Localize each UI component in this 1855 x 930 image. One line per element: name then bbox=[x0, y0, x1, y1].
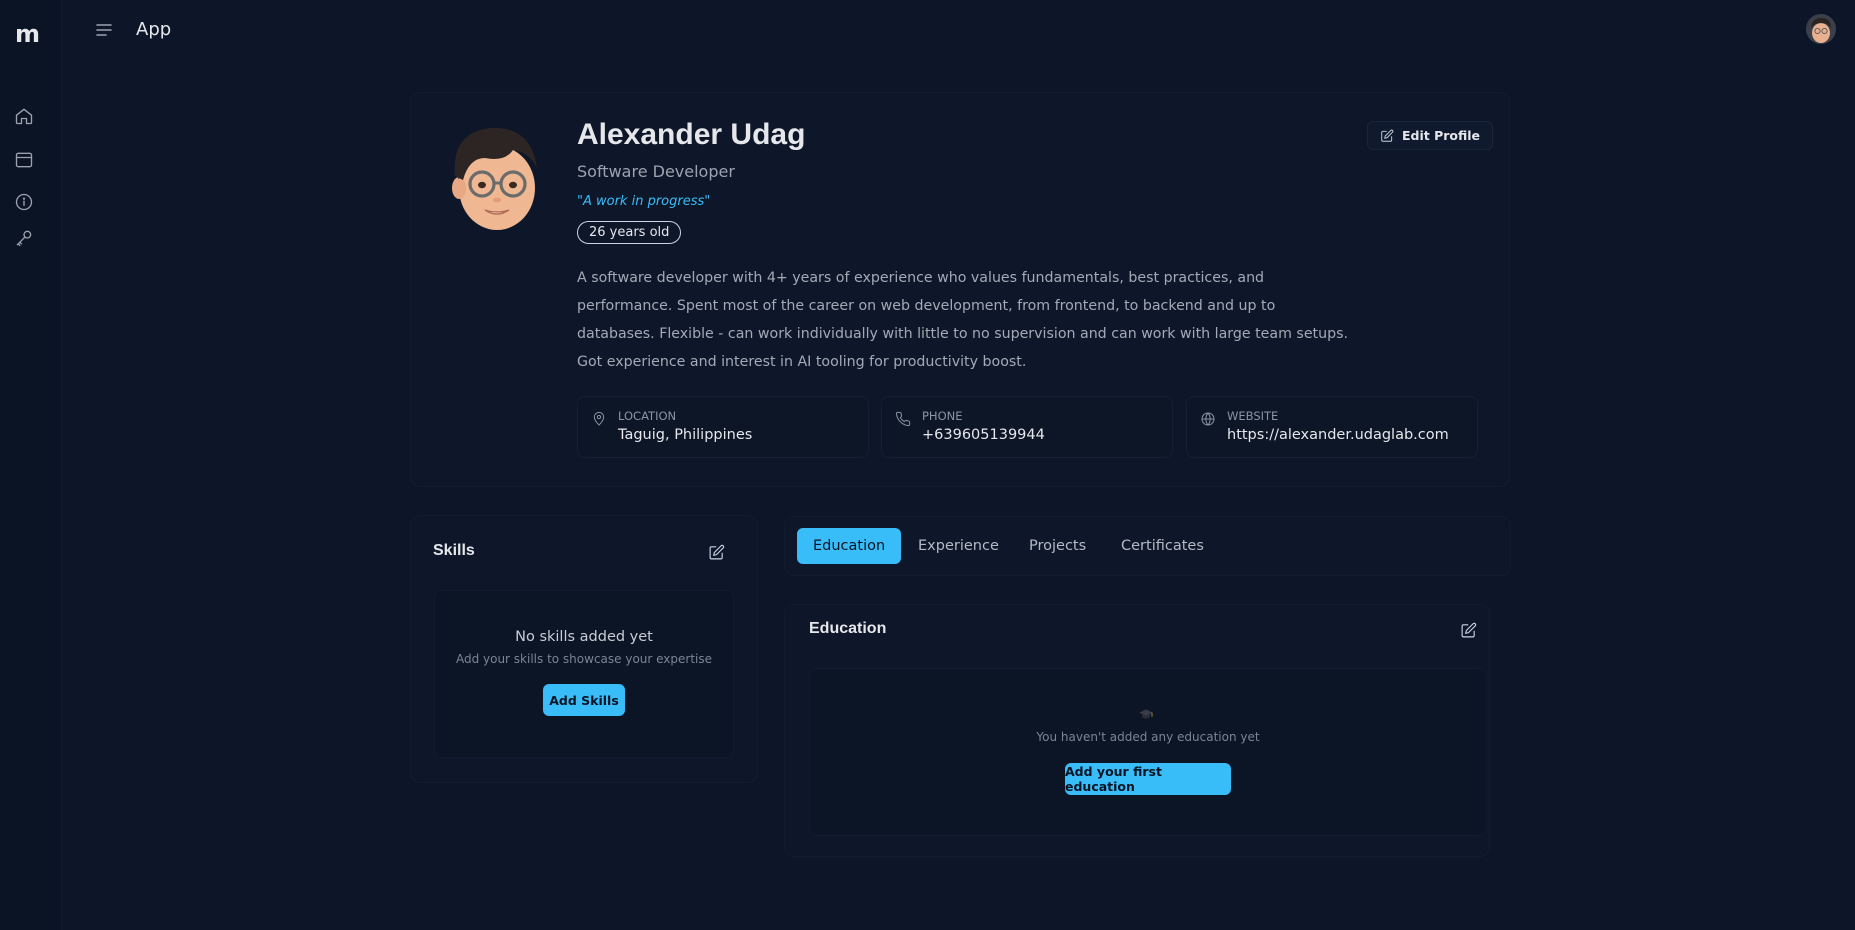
app-title: App bbox=[136, 19, 172, 40]
edit-icon bbox=[1381, 129, 1394, 142]
tab-certificates[interactable]: Certificates bbox=[1105, 528, 1220, 564]
tab-projects[interactable]: Projects bbox=[1013, 528, 1102, 564]
graduation-cap-icon bbox=[1138, 706, 1154, 726]
edit-profile-label: Edit Profile bbox=[1402, 128, 1481, 143]
menu-button[interactable] bbox=[94, 20, 114, 40]
info-label: Phone bbox=[922, 409, 963, 423]
edit-icon bbox=[1461, 622, 1476, 637]
phone-icon bbox=[895, 411, 911, 427]
profile-avatar bbox=[445, 118, 545, 234]
info-label: Website bbox=[1227, 409, 1279, 423]
sidebar-item-key[interactable] bbox=[12, 226, 36, 250]
profile-bio: A software developer with 4+ years of ex… bbox=[577, 270, 1349, 370]
education-empty-panel bbox=[809, 668, 1487, 836]
tab-education[interactable]: Education bbox=[797, 528, 902, 564]
info-value: +639605139944 bbox=[922, 427, 1045, 443]
info-phone: Phone +639605139944 bbox=[881, 396, 1173, 458]
sidebar-item-info[interactable] bbox=[12, 190, 36, 214]
info-label: Location bbox=[618, 409, 677, 423]
add-education-button[interactable]: Add your first education bbox=[1065, 763, 1231, 795]
sidebar-item-window[interactable] bbox=[12, 148, 36, 172]
edit-education-button[interactable] bbox=[1454, 616, 1482, 644]
sidebar: m bbox=[0, 0, 62, 930]
edit-profile-button[interactable]: Edit Profile bbox=[1367, 121, 1494, 150]
education-title: Education bbox=[809, 620, 887, 637]
sidebar-item-home[interactable] bbox=[12, 104, 36, 128]
website-link[interactable]: https://alexander.udaglab.com bbox=[1227, 427, 1449, 443]
user-avatar[interactable] bbox=[1806, 14, 1836, 44]
key-icon bbox=[16, 230, 32, 247]
window-icon bbox=[15, 152, 33, 168]
globe-icon bbox=[1200, 411, 1216, 427]
tab-experience[interactable]: Experience bbox=[902, 528, 1015, 564]
edit-skills-button[interactable] bbox=[702, 538, 730, 566]
edit-icon bbox=[709, 544, 724, 559]
education-empty-text: You haven't added any education yet bbox=[1036, 730, 1260, 744]
avatar-memoji-icon bbox=[1806, 14, 1836, 44]
profile-motto: "A work in progress" bbox=[577, 194, 711, 209]
info-website: Website https://alexander.udaglab.com bbox=[1186, 396, 1478, 458]
memoji-avatar-icon bbox=[452, 127, 537, 230]
profile-role: Software Developer bbox=[577, 162, 735, 181]
location-pin-icon bbox=[591, 411, 607, 427]
profile-name: Alexander Udag bbox=[577, 118, 806, 151]
add-skills-button[interactable]: Add Skills bbox=[543, 684, 625, 716]
skills-empty-title: No skills added yet bbox=[515, 629, 653, 645]
info-icon bbox=[15, 193, 33, 211]
home-icon bbox=[15, 108, 33, 125]
skills-empty-subtitle: Add your skills to showcase your experti… bbox=[455, 652, 713, 666]
app-logo[interactable]: m bbox=[15, 20, 40, 48]
info-value: Taguig, Philippines bbox=[618, 427, 753, 443]
menu-icon bbox=[96, 24, 112, 36]
info-location: Location Taguig, Philippines bbox=[577, 396, 869, 458]
skills-title: Skills bbox=[433, 542, 475, 559]
skills-empty-panel bbox=[434, 590, 734, 758]
age-badge: 26 years old bbox=[577, 221, 682, 244]
